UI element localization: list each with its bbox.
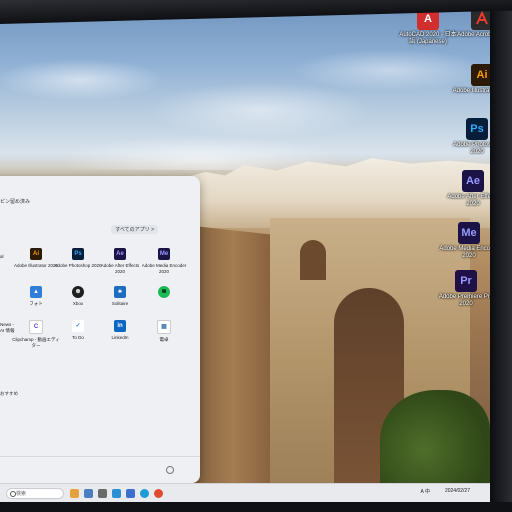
start-menu-footer [0,456,200,483]
foreground-bush [380,390,490,490]
pinned-app-label: To Do [72,335,84,340]
xbox-icon: ⊗ [72,286,84,298]
clock[interactable]: 2024/02/27 [445,488,470,494]
bridge-small-arch [300,240,326,280]
photoshop-icon: Ps [72,248,84,260]
todo-icon: ✓ [72,320,84,332]
recommended-title: おすすめ [0,391,18,396]
pinned-app-after-effects[interactable]: Ae Adobe After Effects 2020 [96,248,144,274]
pinned-app-photos[interactable]: ▲ フォト [12,286,60,307]
pinned-app-label: 電卓 [159,337,169,342]
pinned-app-todo[interactable]: ✓ To Do [54,320,102,341]
desktop-icon-label: AutoCAD 2020 - 日本語 (Japanese) [399,32,457,45]
illustrator-icon: Ai [30,248,42,260]
store-icon[interactable] [126,489,135,498]
pinned-app-calculator[interactable]: ▦ 電卓 [140,320,188,343]
pinned-app-spotify[interactable]: ≋ [140,286,188,301]
desktop-icon-label: Adobe Premiere Pro 2020 [438,294,494,307]
pinned-app-label: LinkedIn [111,335,129,340]
pinned-app-media-encoder[interactable]: Me Adobe Media Encoder 2020 [140,248,188,274]
pinned-app-label: フォト [29,301,43,306]
task-view-icon[interactable] [98,489,107,498]
edge-icon[interactable] [112,489,121,498]
search-placeholder: 検索 [16,491,27,497]
search-icon [10,491,16,497]
browser-icon[interactable] [140,489,149,498]
taskbar: 検索 A 中 2024/02/27 [0,483,490,504]
taskbar-search-input[interactable]: 検索 [6,488,64,499]
input-indicator[interactable]: A 中 [421,488,430,495]
pinned-app-linkedin[interactable]: in LinkedIn [96,320,144,341]
linkedin-icon: in [114,320,126,332]
start-menu: ピン留め済み すべてのアプリ > al Ai Adobe Illustrator… [0,176,200,483]
monitor-bezel-bottom [0,502,512,512]
pinned-app-label: Xbox [72,301,84,306]
photos-icon: ▲ [30,286,42,298]
media-encoder-icon: Me [158,248,170,260]
pinned-app-label: Adobe After Effects 2020 [100,263,140,274]
premiere-icon: Pr [455,270,477,292]
power-icon[interactable] [166,466,174,474]
pinned-app-photoshop[interactable]: Ps Adobe Photoshop 2020 [54,248,102,269]
photoshop-icon: Ps [466,118,488,140]
solitaire-icon: ♣ [114,286,126,298]
pinned-app-label: Clipchamp - 動画エディター [12,337,60,348]
pinned-app-clipchamp[interactable]: C Clipchamp - 動画エディター [12,320,60,348]
pinned-app-label: Adobe Illustrator 2020 [13,263,59,268]
pinned-app-solitaire[interactable]: ♣ Solitaire [96,286,144,307]
media-encoder-icon: Me [458,222,480,244]
partial-app-label: al [0,254,4,259]
pinned-app-label: Adobe Photoshop 2020 [54,263,102,268]
desktop-screen: A AutoCAD 2020 - 日本語 (Japanese) Adobe Ac… [0,0,512,512]
all-apps-button[interactable]: すべてのアプリ > [111,225,158,234]
calculator-icon: ▦ [157,320,171,334]
pinned-app-xbox[interactable]: ⊗ Xbox [54,286,102,307]
pinned-app-label: Adobe Media Encoder 2020 [141,263,187,274]
desktop-icon-premiere[interactable]: Pr Adobe Premiere Pro 2020 [436,270,496,308]
widgets-icon[interactable] [70,489,79,498]
after-effects-icon: Ae [114,248,126,260]
desktop-icon-autocad[interactable]: A AutoCAD 2020 - 日本語 (Japanese) [398,8,458,46]
pinned-app-illustrator[interactable]: Ai Adobe Illustrator 2020 [12,248,60,269]
pinned-app-label: Solitaire [111,301,129,306]
file-explorer-icon[interactable] [84,489,93,498]
spotify-icon: ≋ [158,286,170,298]
clock-date: 2024/02/27 [444,488,470,494]
monitor-bezel-right [490,0,512,512]
after-effects-icon: Ae [462,170,484,192]
chrome-icon[interactable] [154,489,163,498]
pinned-title: ピン留め済み [0,199,31,205]
clipchamp-icon: C [29,320,43,334]
